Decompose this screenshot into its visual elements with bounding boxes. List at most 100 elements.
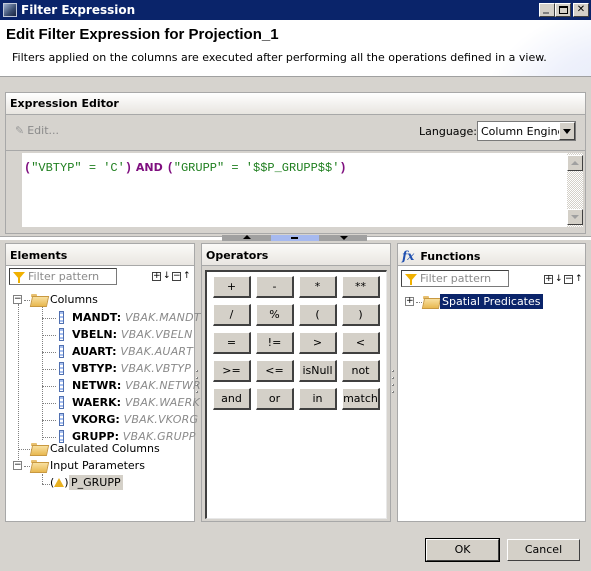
- window-title: Filter Expression: [21, 3, 136, 17]
- operator-button[interactable]: =: [213, 332, 251, 354]
- collapse-icon[interactable]: −: [13, 295, 22, 304]
- input-parameter-label: P_GRUPP: [69, 475, 123, 490]
- operator-button[interactable]: +: [213, 276, 251, 298]
- expand-icon[interactable]: +: [405, 297, 414, 306]
- collapse-all-button[interactable]: − ↑: [172, 271, 191, 282]
- operator-button[interactable]: **: [342, 276, 380, 298]
- edit-button[interactable]: ✎ Edit...: [15, 124, 59, 137]
- column-source: VBAK.VBELN: [120, 328, 193, 341]
- tree-node-column[interactable]: WAERK: VBAK.WAERK: [42, 395, 200, 412]
- elements-filter-input[interactable]: Filter pattern: [9, 268, 117, 285]
- operator-button[interactable]: (: [299, 304, 337, 326]
- tree-node-column[interactable]: AUART: VBAK.AUART: [42, 344, 194, 361]
- expression-text[interactable]: ("VBTYP" = 'C') AND ("GRUPP" = '$$P_GRUP…: [24, 161, 347, 175]
- expand-all-icon: +: [152, 271, 161, 281]
- arrow-up-icon: ↑: [183, 271, 191, 281]
- expand-all-button[interactable]: + ↓: [152, 271, 171, 282]
- expression-editor-panel: Expression Editor ✎ Edit... Language: Col…: [5, 92, 586, 234]
- functions-filter-placeholder: Filter pattern: [420, 272, 492, 285]
- pencil-icon: ✎: [15, 124, 25, 137]
- close-button[interactable]: ✕: [573, 3, 589, 17]
- column-name-text: WAERK: [72, 396, 117, 409]
- column-name-text: NETWR: [72, 379, 117, 392]
- tree-line: [42, 318, 56, 319]
- splitter-handle-right[interactable]: [392, 370, 395, 398]
- column-icon: [59, 328, 64, 341]
- cancel-button[interactable]: Cancel: [507, 539, 580, 561]
- operator-button[interactable]: or: [256, 388, 294, 410]
- tree-node-column[interactable]: VBELN: VBAK.VBELN: [42, 327, 192, 344]
- column-name-text: VKORG: [72, 413, 116, 426]
- tree-node-input-parameters[interactable]: − Input Parameters: [13, 459, 183, 476]
- maximize-button[interactable]: [555, 3, 571, 17]
- edit-label: Edit...: [27, 124, 60, 137]
- column-name: AUART: VBAK.AUART: [72, 345, 194, 358]
- language-label: Language:: [419, 125, 477, 138]
- dialog-header: Edit Filter Expression for Projection_1 …: [0, 20, 591, 77]
- maximize-icon: [558, 6, 568, 14]
- operator-button[interactable]: >=: [213, 360, 251, 382]
- splitter-handle-left[interactable]: [196, 370, 199, 398]
- operator-button[interactable]: <: [342, 332, 380, 354]
- operator-button[interactable]: in: [299, 388, 337, 410]
- scroll-down-icon[interactable]: [567, 209, 583, 225]
- tree-node-spatial-predicates[interactable]: + Spatial Predicates: [405, 294, 575, 312]
- tree-node-column[interactable]: VKORG: VBAK.VKORG: [42, 412, 198, 429]
- tree-line: [42, 484, 50, 485]
- operator-button[interactable]: /: [213, 304, 251, 326]
- restore-sash-icon[interactable]: [271, 235, 319, 241]
- operator-button[interactable]: ): [342, 304, 380, 326]
- column-name: VKORG: VBAK.VKORG: [72, 413, 199, 426]
- operator-button[interactable]: <=: [256, 360, 294, 382]
- elements-filter-placeholder: Filter pattern: [28, 270, 100, 283]
- operator-button[interactable]: match: [342, 388, 380, 410]
- operator-button[interactable]: and: [213, 388, 251, 410]
- operator-button[interactable]: isNull: [299, 360, 337, 382]
- collapse-all-icon: −: [564, 274, 573, 284]
- column-source: VBAK.VBTYP: [120, 362, 192, 375]
- ok-button[interactable]: OK: [425, 538, 500, 562]
- maximize-bottom-arrow-icon[interactable]: [319, 235, 367, 241]
- operator-button[interactable]: -: [256, 276, 294, 298]
- column-name: VBELN: VBAK.VBELN: [72, 328, 193, 341]
- expression-token: 'C': [103, 161, 125, 175]
- tree-line: [42, 386, 56, 387]
- arrow-down-icon: ↓: [555, 274, 563, 284]
- vertical-scrollbar[interactable]: [567, 153, 583, 227]
- tree-node-columns[interactable]: − Columns: [13, 293, 183, 310]
- tree-node-column[interactable]: MANDT: VBAK.MANDT: [42, 310, 200, 327]
- operator-button[interactable]: !=: [256, 332, 294, 354]
- tree-node-column[interactable]: VBTYP: VBAK.VBTYP: [42, 361, 192, 378]
- chevron-down-icon[interactable]: [559, 122, 575, 140]
- maximize-top-arrow-icon[interactable]: [222, 235, 271, 241]
- expression-token: AND: [132, 161, 167, 174]
- minimize-icon: [543, 12, 549, 14]
- operator-button[interactable]: %: [256, 304, 294, 326]
- functions-panel: fx Functions Filter pattern + ↓ − ↑ + Spati…: [397, 243, 586, 522]
- language-select[interactable]: Column Engine: [477, 121, 576, 141]
- expression-input[interactable]: ("VBTYP" = 'C') AND ("GRUPP" = '$$P_GRUP…: [22, 153, 583, 227]
- operator-button[interactable]: >: [299, 332, 337, 354]
- tree-node-calculated-columns[interactable]: Calculated Columns: [13, 442, 183, 459]
- expression-editor-title: Expression Editor: [6, 93, 585, 115]
- operator-button[interactable]: *: [299, 276, 337, 298]
- window-titlebar: Filter Expression ✕: [0, 0, 591, 20]
- collapse-all-button[interactable]: − ↑: [564, 274, 583, 285]
- tree-node-input-parameter[interactable]: () P_GRUPP: [50, 475, 170, 493]
- expand-all-button[interactable]: + ↓: [544, 274, 563, 285]
- collapse-icon[interactable]: −: [13, 461, 22, 470]
- tree-line: [42, 420, 56, 421]
- tree-line: [42, 437, 56, 438]
- operators-title: Operators: [202, 244, 390, 266]
- elements-title: Elements: [6, 244, 194, 266]
- column-name: NETWR: VBAK.NETWR: [72, 379, 201, 392]
- tree-line: [42, 403, 56, 404]
- scroll-up-icon[interactable]: [567, 155, 583, 171]
- minimize-button[interactable]: [539, 3, 555, 17]
- functions-header: fx Functions: [398, 244, 585, 266]
- operator-button[interactable]: not: [342, 360, 380, 382]
- expression-token: '$$P_GRUPP$$': [245, 161, 340, 175]
- tree-node-column[interactable]: NETWR: VBAK.NETWR: [42, 378, 201, 395]
- warning-icon: (): [50, 476, 69, 489]
- functions-filter-input[interactable]: Filter pattern: [401, 270, 509, 287]
